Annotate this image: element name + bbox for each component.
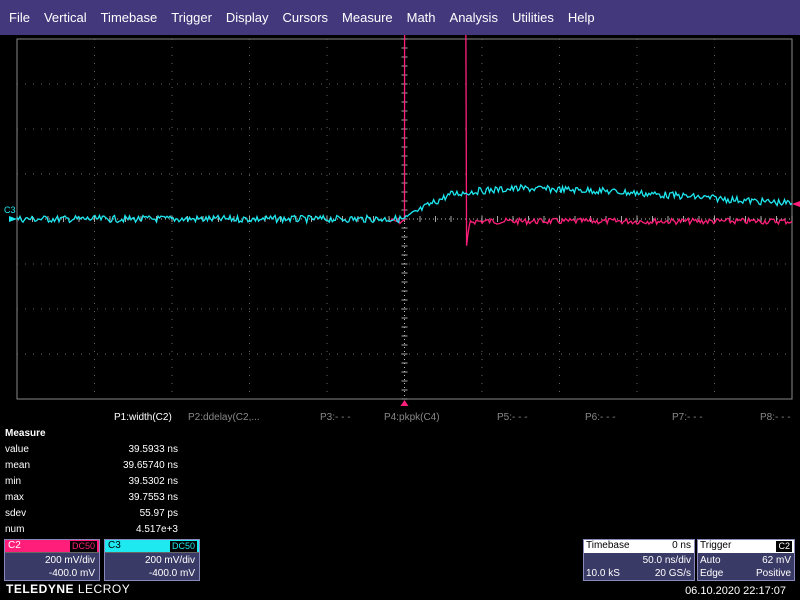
menu-analysis[interactable]: Analysis xyxy=(443,0,505,35)
channel-c3-box[interactable]: C3 DC50 200 mV/div -400.0 mV xyxy=(104,539,200,581)
param-p1[interactable]: P1:width(C2) xyxy=(114,412,172,423)
param-p5[interactable]: P5:- - - xyxy=(497,412,528,423)
measure-label: value xyxy=(5,444,29,455)
c3-marker-label: C3 xyxy=(4,205,16,215)
trigger-box[interactable]: Trigger C2 Auto 62 mV Edge Positive xyxy=(697,539,795,581)
measure-row-max: max 39.7553 ns xyxy=(0,490,200,506)
measure-header: Measure xyxy=(0,426,200,442)
channel-c3-vdiv: 200 mV/div xyxy=(144,555,195,566)
menu-help[interactable]: Help xyxy=(561,0,602,35)
timebase-tdiv: 50.0 ns/div xyxy=(642,555,691,566)
measure-label: min xyxy=(5,476,22,487)
channel-c3-offset: -400.0 mV xyxy=(148,568,195,579)
channel-c2-name: C2 xyxy=(8,540,21,551)
measure-label: sdev xyxy=(5,508,27,519)
channel-c2-vdiv: 200 mV/div xyxy=(44,555,95,566)
measure-value: 39.5302 ns xyxy=(128,476,179,487)
channel-c3-header: C3 DC50 xyxy=(105,540,199,553)
measure-value: 55.97 ps xyxy=(139,508,178,519)
menu-vertical[interactable]: Vertical xyxy=(37,0,94,35)
menu-measure[interactable]: Measure xyxy=(335,0,400,35)
menu-display[interactable]: Display xyxy=(219,0,276,35)
c3-offset-marker-icon[interactable] xyxy=(9,216,17,222)
trigger-type: Edge xyxy=(700,568,724,579)
param-p4[interactable]: P4:pkpk(C4) xyxy=(384,412,440,423)
measure-title: Measure xyxy=(5,428,46,439)
param-p7[interactable]: P7:- - - xyxy=(672,412,703,423)
param-p6[interactable]: P6:- - - xyxy=(585,412,616,423)
channel-c3-name: C3 xyxy=(108,540,121,551)
measure-value: 39.65740 ns xyxy=(122,460,178,471)
trigger-mode: Auto xyxy=(700,555,721,566)
timebase-header: Timebase 0 ns xyxy=(584,540,694,553)
teledyne-lecroy-logo: TELEDYNE LECROY xyxy=(6,582,130,596)
measure-row-min: min 39.5302 ns xyxy=(0,474,200,490)
menu-file[interactable]: File xyxy=(2,0,37,35)
menu-cursors[interactable]: Cursors xyxy=(276,0,336,35)
trigger-header: Trigger C2 xyxy=(698,540,794,553)
measure-row-mean: mean 39.65740 ns xyxy=(0,458,200,474)
trigger-title: Trigger xyxy=(700,540,732,551)
timestamp: 06.10.2020 22:17:07 xyxy=(685,585,786,597)
measure-label: mean xyxy=(5,460,31,471)
trigger-level-marker-icon[interactable] xyxy=(792,201,800,207)
measure-value: 39.5933 ns xyxy=(128,444,179,455)
channel-c2-header: C2 DC50 xyxy=(5,540,99,553)
timebase-title: Timebase xyxy=(586,540,630,551)
channel-c2-box[interactable]: C2 DC50 200 mV/div -400.0 mV xyxy=(4,539,100,581)
trigger-time-marker-icon[interactable] xyxy=(400,400,409,406)
channel-c3-coupling: DC50 xyxy=(169,541,197,552)
waveform-c2 xyxy=(388,35,793,246)
menu-timebase[interactable]: Timebase xyxy=(94,0,165,35)
channel-c2-offset: -400.0 mV xyxy=(48,568,95,579)
trigger-channel: C2 xyxy=(776,541,792,552)
menu-trigger[interactable]: Trigger xyxy=(164,0,219,35)
menu-math[interactable]: Math xyxy=(400,0,443,35)
trigger-slope: Positive xyxy=(755,568,791,579)
menu-bar: File Vertical Timebase Trigger Display Cursor… xyxy=(0,0,800,35)
param-p8[interactable]: P8:- - - xyxy=(760,412,791,423)
waveform-display[interactable]: C3 xyxy=(0,35,800,406)
measure-table: Measure value 39.5933 ns mean 39.65740 ns mi… xyxy=(0,426,200,554)
measure-row-num: num 4.517e+3 xyxy=(0,522,200,538)
brand-name-2: LECROY xyxy=(77,582,131,596)
param-p2[interactable]: P2:ddelay(C2,... xyxy=(188,412,260,423)
waveform-grid: C3 xyxy=(4,35,800,406)
measure-label: num xyxy=(5,524,25,535)
parameter-row: P1:width(C2) P2:ddelay(C2,... P3:- - - P4:p… xyxy=(0,408,800,426)
timebase-box[interactable]: Timebase 0 ns 50.0 ns/div 10.0 kS 20 GS/… xyxy=(583,539,695,581)
timebase-rate: 20 GS/s xyxy=(654,568,691,579)
measure-label: max xyxy=(5,492,24,503)
channel-c2-coupling: DC50 xyxy=(69,541,97,552)
param-p3[interactable]: P3:- - - xyxy=(320,412,351,423)
menu-utilities[interactable]: Utilities xyxy=(505,0,561,35)
measure-row-sdev: sdev 55.97 ps xyxy=(0,506,200,522)
measure-row-value: value 39.5933 ns xyxy=(0,442,200,458)
brand-name-1: TELEDYNE xyxy=(6,582,75,596)
trigger-level: 62 mV xyxy=(762,555,791,566)
measure-value: 39.7553 ns xyxy=(128,492,179,503)
measure-value: 4.517e+3 xyxy=(136,524,178,535)
timebase-delay: 0 ns xyxy=(672,540,691,551)
timebase-samples: 10.0 kS xyxy=(586,568,620,579)
